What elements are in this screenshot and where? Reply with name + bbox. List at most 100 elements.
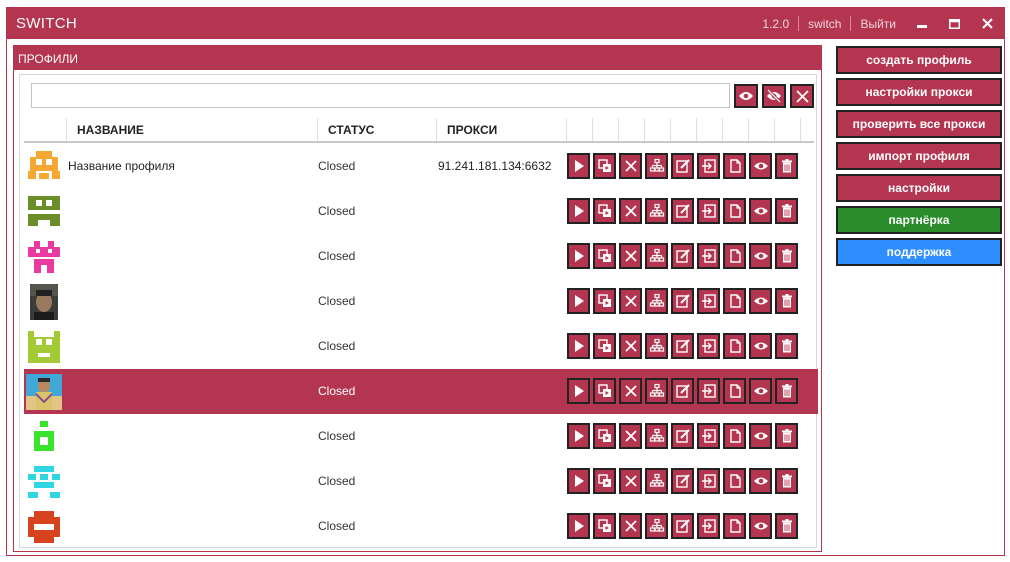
file-button[interactable] — [723, 333, 746, 359]
play-button[interactable] — [567, 378, 590, 404]
export-button[interactable] — [697, 153, 720, 179]
network-button[interactable] — [645, 288, 668, 314]
clone-button[interactable] — [593, 513, 616, 539]
close-button[interactable] — [619, 333, 642, 359]
clear-search-button[interactable] — [790, 84, 814, 108]
trash-button[interactable] — [775, 153, 798, 179]
eye-button[interactable] — [749, 153, 772, 179]
edit-button[interactable] — [671, 153, 694, 179]
eye-button[interactable] — [749, 288, 772, 314]
play-button[interactable] — [567, 333, 590, 359]
file-button[interactable] — [723, 288, 746, 314]
import-profile-button[interactable]: импорт профиля — [836, 142, 1002, 170]
trash-button[interactable] — [775, 378, 798, 404]
trash-button[interactable] — [775, 468, 798, 494]
clone-button[interactable] — [593, 243, 616, 269]
proxy-settings-button[interactable]: настройки прокси — [836, 78, 1002, 106]
export-button[interactable] — [697, 423, 720, 449]
file-button[interactable] — [723, 423, 746, 449]
close-button[interactable] — [619, 468, 642, 494]
edit-button[interactable] — [671, 423, 694, 449]
trash-button[interactable] — [775, 333, 798, 359]
search-input[interactable] — [31, 83, 730, 108]
clone-button[interactable] — [593, 333, 616, 359]
table-row[interactable]: Closed — [24, 279, 818, 324]
export-button[interactable] — [697, 288, 720, 314]
network-button[interactable] — [645, 333, 668, 359]
edit-button[interactable] — [671, 333, 694, 359]
maximize-button[interactable] — [938, 8, 971, 39]
close-button[interactable] — [619, 153, 642, 179]
export-button[interactable] — [697, 378, 720, 404]
export-button[interactable] — [697, 198, 720, 224]
trash-button[interactable] — [775, 243, 798, 269]
create-profile-button[interactable]: создать профиль — [836, 46, 1002, 74]
play-button[interactable] — [567, 513, 590, 539]
close-window-button[interactable] — [971, 8, 1004, 39]
network-button[interactable] — [645, 378, 668, 404]
table-row[interactable]: Closed — [24, 369, 818, 414]
clone-button[interactable] — [593, 153, 616, 179]
close-button[interactable] — [619, 378, 642, 404]
table-row[interactable]: Closed — [24, 504, 818, 549]
trash-button[interactable] — [775, 513, 798, 539]
close-button[interactable] — [619, 243, 642, 269]
edit-button[interactable] — [671, 288, 694, 314]
export-button[interactable] — [697, 513, 720, 539]
show-button[interactable] — [734, 84, 758, 108]
trash-button[interactable] — [775, 423, 798, 449]
play-button[interactable] — [567, 153, 590, 179]
table-row[interactable]: Название профиля Closed 91.241.181.134:663… — [24, 144, 818, 189]
edit-button[interactable] — [671, 378, 694, 404]
file-button[interactable] — [723, 378, 746, 404]
edit-button[interactable] — [671, 198, 694, 224]
export-button[interactable] — [697, 243, 720, 269]
clone-button[interactable] — [593, 468, 616, 494]
partner-button[interactable]: партнёрка — [836, 206, 1002, 234]
table-row[interactable]: Closed — [24, 189, 818, 234]
table-row[interactable]: Closed — [24, 414, 818, 459]
eye-button[interactable] — [749, 468, 772, 494]
column-name[interactable]: НАЗВАНИЕ — [66, 118, 317, 141]
edit-button[interactable] — [671, 513, 694, 539]
settings-button[interactable]: настройки — [836, 174, 1002, 202]
close-button[interactable] — [619, 198, 642, 224]
file-button[interactable] — [723, 153, 746, 179]
network-button[interactable] — [645, 153, 668, 179]
file-button[interactable] — [723, 243, 746, 269]
eye-button[interactable] — [749, 513, 772, 539]
close-button[interactable] — [619, 288, 642, 314]
minimize-button[interactable] — [905, 8, 938, 39]
clone-button[interactable] — [593, 198, 616, 224]
play-button[interactable] — [567, 468, 590, 494]
logout-link[interactable]: Выйти — [851, 17, 905, 31]
file-button[interactable] — [723, 513, 746, 539]
play-button[interactable] — [567, 423, 590, 449]
clone-button[interactable] — [593, 288, 616, 314]
eye-button[interactable] — [749, 378, 772, 404]
file-button[interactable] — [723, 198, 746, 224]
edit-button[interactable] — [671, 468, 694, 494]
play-button[interactable] — [567, 198, 590, 224]
network-button[interactable] — [645, 468, 668, 494]
file-button[interactable] — [723, 468, 746, 494]
eye-button[interactable] — [749, 243, 772, 269]
edit-button[interactable] — [671, 243, 694, 269]
eye-button[interactable] — [749, 198, 772, 224]
support-button[interactable]: поддержка — [836, 238, 1002, 266]
play-button[interactable] — [567, 288, 590, 314]
table-row[interactable]: Closed — [24, 234, 818, 279]
play-button[interactable] — [567, 243, 590, 269]
check-all-proxies-button[interactable]: проверить все прокси — [836, 110, 1002, 138]
trash-button[interactable] — [775, 288, 798, 314]
export-button[interactable] — [697, 333, 720, 359]
close-button[interactable] — [619, 513, 642, 539]
network-button[interactable] — [645, 198, 668, 224]
table-row[interactable]: Closed — [24, 324, 818, 369]
network-button[interactable] — [645, 243, 668, 269]
network-button[interactable] — [645, 423, 668, 449]
trash-button[interactable] — [775, 198, 798, 224]
column-status[interactable]: СТАТУС — [317, 118, 436, 141]
hide-button[interactable] — [762, 84, 786, 108]
export-button[interactable] — [697, 468, 720, 494]
